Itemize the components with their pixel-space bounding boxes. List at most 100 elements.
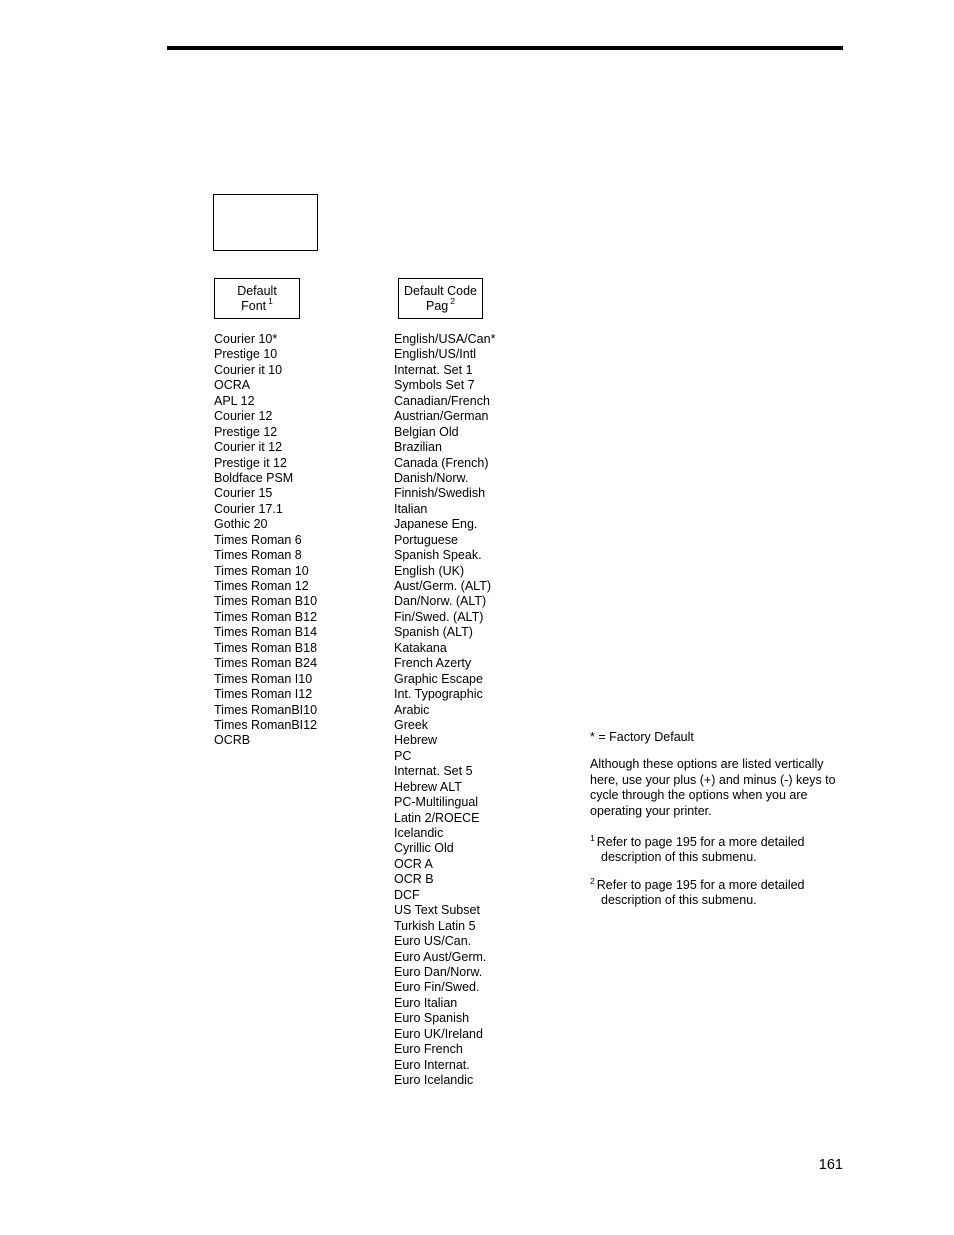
menu-option[interactable]: Times RomanBI12 [214, 718, 317, 733]
menu-option[interactable]: English (UK) [394, 564, 495, 579]
menu-option[interactable]: Times Roman 8 [214, 548, 317, 563]
footnote-text: Refer to page 195 for a more detailed de… [596, 877, 805, 908]
menu-option[interactable]: Danish/Norw. [394, 471, 495, 486]
footnote-marker: 2 [590, 875, 595, 886]
footnote: 1 Refer to page 195 for a more detailed d… [590, 832, 845, 866]
menu-option[interactable]: Icelandic [394, 826, 495, 841]
menu-option[interactable]: Euro US/Can. [394, 934, 495, 949]
menu-option[interactable]: OCR B [394, 872, 495, 887]
menu-option[interactable]: French Azerty [394, 656, 495, 671]
menu-option[interactable]: Internat. Set 5 [394, 764, 495, 779]
menu-option[interactable]: Gothic 20 [214, 517, 317, 532]
menu-option[interactable]: Brazilian [394, 440, 495, 455]
menu-option[interactable]: US Text Subset [394, 903, 495, 918]
menu-option[interactable]: Portuguese [394, 533, 495, 548]
menu-option[interactable]: Times Roman I10 [214, 672, 317, 687]
menu-option[interactable]: Euro UK/Ireland [394, 1027, 495, 1042]
menu-option[interactable]: Int. Typographic [394, 687, 495, 702]
menu-option[interactable]: OCRA [214, 378, 317, 393]
menu-option[interactable]: Prestige 12 [214, 425, 317, 440]
footnote-text: Refer to page 195 for a more detailed de… [596, 835, 805, 865]
default-font-option-list: Courier 10* Prestige 10 Courier it 10 OCRA A… [214, 332, 317, 749]
footnote: 2 Refer to page 195 for a more detailed d… [590, 875, 845, 909]
notes-block: * = Factory Default Although these optio… [590, 730, 845, 921]
menu-option[interactable]: Times Roman 6 [214, 533, 317, 548]
menu-option[interactable]: Euro Internat. [394, 1058, 495, 1073]
menu-option[interactable]: Aust/Germ. (ALT) [394, 579, 495, 594]
menu-option[interactable]: Austrian/German [394, 409, 495, 424]
menu-option[interactable]: Courier 17.1 [214, 502, 317, 517]
menu-option[interactable]: APL 12 [214, 394, 317, 409]
menu-option[interactable]: Spanish (ALT) [394, 625, 495, 640]
footnote-marker: 1 [590, 832, 595, 843]
menu-node-default-code-page-line2: Pag 2 [426, 296, 455, 314]
menu-option[interactable]: Euro Icelandic [394, 1073, 495, 1088]
menu-node-default-code-page-line1: Default Code [404, 283, 477, 298]
menu-option[interactable]: Dan/Norw. (ALT) [394, 594, 495, 609]
menu-option[interactable]: Symbols Set 7 [394, 378, 495, 393]
menu-option[interactable]: PC [394, 749, 495, 764]
menu-option[interactable]: Katakana [394, 641, 495, 656]
menu-option[interactable]: Courier 12 [214, 409, 317, 424]
menu-option[interactable]: Times Roman B10 [214, 594, 317, 609]
menu-option[interactable]: Euro Fin/Swed. [394, 980, 495, 995]
menu-option[interactable]: Greek [394, 718, 495, 733]
menu-option[interactable]: Hebrew ALT [394, 780, 495, 795]
menu-option[interactable]: Times Roman B12 [214, 610, 317, 625]
footnote-list: 1 Refer to page 195 for a more detailed d… [590, 832, 845, 909]
menu-option[interactable]: Cyrillic Old [394, 841, 495, 856]
default-code-page-option-list: English/USA/Can* English/US/Intl Internat.… [394, 332, 495, 1088]
menu-option[interactable]: Courier it 12 [214, 440, 317, 455]
menu-option[interactable]: Belgian Old [394, 425, 495, 440]
menu-node-default-code-page-footnote-mark: 2 [450, 296, 455, 307]
menu-option[interactable]: Italian [394, 502, 495, 517]
vertical-listing-note: Although these options are listed vertic… [590, 757, 836, 818]
menu-option[interactable]: Euro French [394, 1042, 495, 1057]
menu-option[interactable]: English/USA/Can* [394, 332, 495, 347]
menu-option[interactable]: Euro Spanish [394, 1011, 495, 1026]
menu-option[interactable]: OCR A [394, 857, 495, 872]
menu-option[interactable]: Turkish Latin 5 [394, 919, 495, 934]
menu-option[interactable]: Euro Aust/Germ. [394, 950, 495, 965]
menu-option[interactable]: Boldface PSM [214, 471, 317, 486]
menu-option[interactable]: Courier it 10 [214, 363, 317, 378]
menu-node-default-font-line2: Font 1 [241, 296, 273, 314]
menu-option[interactable]: Arabic [394, 703, 495, 718]
menu-option[interactable]: Hebrew [394, 733, 495, 748]
menu-option[interactable]: Times Roman 12 [214, 579, 317, 594]
menu-option[interactable]: Times Roman I12 [214, 687, 317, 702]
factory-default-note: * = Factory Default [590, 730, 694, 744]
header-rule [167, 46, 843, 50]
menu-option[interactable]: Times Roman 10 [214, 564, 317, 579]
menu-option[interactable]: Finnish/Swedish [394, 486, 495, 501]
menu-option[interactable]: Graphic Escape [394, 672, 495, 687]
menu-node-default-code-page-line2-text: Pag [426, 298, 449, 313]
menu-node-default-font: Default Font 1 [214, 278, 300, 319]
menu-option[interactable]: Latin 2/ROECE [394, 811, 495, 826]
menu-option[interactable]: PC-Multilingual [394, 795, 495, 810]
menu-option[interactable]: Euro Dan/Norw. [394, 965, 495, 980]
menu-option[interactable]: Fin/Swed. (ALT) [394, 610, 495, 625]
page-number: 161 [818, 1157, 843, 1173]
menu-option[interactable]: Times Roman B18 [214, 641, 317, 656]
menu-option[interactable]: OCRB [214, 733, 317, 748]
menu-option[interactable]: English/US/Intl [394, 347, 495, 362]
menu-node-parent [213, 194, 318, 251]
menu-option[interactable]: Canadian/French [394, 394, 495, 409]
menu-node-default-font-line2-text: Font [241, 298, 267, 313]
menu-option[interactable]: Times RomanBI10 [214, 703, 317, 718]
menu-option[interactable]: Times Roman B14 [214, 625, 317, 640]
menu-option[interactable]: Courier 15 [214, 486, 317, 501]
menu-option[interactable]: Spanish Speak. [394, 548, 495, 563]
menu-option[interactable]: Prestige it 12 [214, 456, 317, 471]
menu-option[interactable]: Euro Italian [394, 996, 495, 1011]
menu-option[interactable]: Internat. Set 1 [394, 363, 495, 378]
menu-option[interactable]: Courier 10* [214, 332, 317, 347]
menu-option[interactable]: DCF [394, 888, 495, 903]
menu-node-default-code-page: Default Code Pag 2 [398, 278, 483, 319]
menu-option[interactable]: Times Roman B24 [214, 656, 317, 671]
menu-option[interactable]: Canada (French) [394, 456, 495, 471]
menu-option[interactable]: Prestige 10 [214, 347, 317, 362]
menu-node-default-font-footnote-mark: 1 [268, 296, 273, 307]
menu-option[interactable]: Japanese Eng. [394, 517, 495, 532]
